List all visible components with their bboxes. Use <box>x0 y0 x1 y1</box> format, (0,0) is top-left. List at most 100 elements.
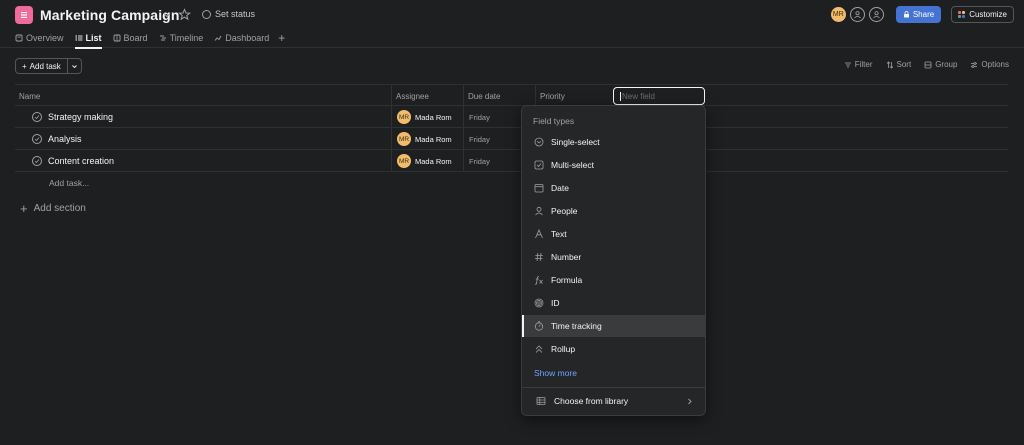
customize-grid-icon <box>958 11 966 18</box>
sort-icon <box>886 60 893 69</box>
tab-timeline[interactable]: Timeline <box>159 30 204 46</box>
view-controls: Filter Sort Group Options <box>844 60 1009 69</box>
column-header-assignee[interactable]: Assignee <box>391 85 463 107</box>
avatar: MR <box>397 154 411 168</box>
assignee-cell[interactable]: MR Mada Rom <box>391 128 463 150</box>
show-more-link[interactable]: Show more <box>534 368 577 378</box>
column-header-priority[interactable]: Priority <box>535 85 611 107</box>
task-name-cell: Content creation <box>32 150 114 172</box>
star-icon[interactable] <box>178 8 191 21</box>
project-list-icon[interactable] <box>15 6 33 24</box>
chevron-down-icon[interactable] <box>161 9 173 21</box>
menu-item-single-select[interactable]: Single-select <box>522 131 705 153</box>
table-icon <box>536 397 546 405</box>
tab-label: Board <box>123 33 148 43</box>
menu-item-number[interactable]: Number <box>522 246 705 268</box>
menu-item-id[interactable]: ID <box>522 292 705 314</box>
task-name[interactable]: Analysis <box>48 134 82 144</box>
check-circle-icon[interactable] <box>32 112 42 122</box>
avatar[interactable]: MR <box>830 7 846 22</box>
tab-overview[interactable]: Overview <box>15 30 64 46</box>
text-icon <box>535 229 543 239</box>
task-name-cell: Strategy making <box>32 106 113 128</box>
plus-icon: + <box>22 61 27 71</box>
header-actions: MR Share Customize <box>830 6 1014 23</box>
add-section-button[interactable]: + Add section <box>20 201 86 216</box>
menu-item-time-tracking[interactable]: Time tracking <box>522 315 705 337</box>
menu-item-text[interactable]: Text <box>522 223 705 245</box>
options-button[interactable]: Options <box>970 60 1009 69</box>
overview-icon <box>15 34 23 42</box>
check-circle-icon[interactable] <box>32 156 42 166</box>
view-tabs: Overview List Board Timeline Dashboard + <box>15 30 285 49</box>
table-row[interactable]: Strategy making MR Mada Rom Friday <box>15 106 1008 128</box>
sort-button[interactable]: Sort <box>886 60 911 69</box>
tab-label: Timeline <box>169 33 204 43</box>
column-header-name[interactable]: Name <box>15 85 391 107</box>
add-task-dropdown-button[interactable] <box>68 59 81 73</box>
add-task-split-button: + Add task <box>15 58 82 74</box>
filter-button[interactable]: Filter <box>844 60 873 69</box>
multi-select-icon <box>534 160 544 170</box>
task-name[interactable]: Content creation <box>48 156 114 166</box>
avatar: MR <box>397 110 411 124</box>
menu-item-label: Multi-select <box>551 160 594 170</box>
tab-board[interactable]: Board <box>113 30 148 46</box>
person-placeholder-icon[interactable] <box>868 7 884 22</box>
add-section-label: Add section <box>33 203 86 214</box>
chevron-right-icon <box>688 398 692 404</box>
plus-icon: + <box>20 201 28 216</box>
tab-label: Overview <box>26 33 64 43</box>
add-tab-plus-icon[interactable]: + <box>278 30 285 46</box>
column-header-due-date[interactable]: Due date <box>463 85 535 107</box>
single-select-icon <box>534 137 544 147</box>
add-task-button[interactable]: + Add task <box>16 59 68 73</box>
new-field-input[interactable]: New field <box>613 87 705 105</box>
list-icon <box>75 35 83 41</box>
set-status-label: Set status <box>215 9 256 19</box>
assignee-name: Mada Rom <box>415 112 452 122</box>
menu-item-multi-select[interactable]: Multi-select <box>522 154 705 176</box>
assignee-cell[interactable]: MR Mada Rom <box>391 106 463 128</box>
customize-button[interactable]: Customize <box>951 6 1014 23</box>
project-header: Marketing Campaign Set status Overview L… <box>0 0 1024 49</box>
menu-item-label: ID <box>551 298 560 308</box>
choose-from-library-item[interactable]: Choose from library <box>522 390 705 412</box>
table-header: Name Assignee Due date Priority New fiel… <box>15 84 1008 107</box>
table-row[interactable]: Content creation MR Mada Rom Friday <box>15 150 1008 172</box>
tab-dashboard[interactable]: Dashboard <box>214 30 269 46</box>
person-icon <box>535 206 543 216</box>
task-name[interactable]: Strategy making <box>48 112 113 122</box>
calendar-icon <box>534 184 544 193</box>
menu-item-date[interactable]: Date <box>522 177 705 199</box>
tab-list[interactable]: List <box>74 30 102 49</box>
task-table: Name Assignee Due date Priority New fiel… <box>15 84 1008 194</box>
person-placeholder-icon[interactable] <box>849 7 865 22</box>
menu-item-label: Single-select <box>551 137 600 147</box>
tab-label: Dashboard <box>225 33 270 43</box>
project-title[interactable]: Marketing Campaign <box>40 7 180 23</box>
assignee-name: Mada Rom <box>415 134 452 144</box>
check-circle-icon[interactable] <box>32 134 42 144</box>
set-status-button[interactable]: Set status <box>202 9 255 19</box>
menu-item-formula[interactable]: Formula <box>522 269 705 291</box>
status-circle-icon <box>202 9 211 19</box>
board-icon <box>113 34 120 42</box>
menu-item-label: People <box>551 206 578 216</box>
menu-item-people[interactable]: People <box>522 200 705 222</box>
menu-item-label: Rollup <box>551 344 576 354</box>
menu-item-rollup[interactable]: Rollup <box>522 338 705 360</box>
customize-label: Customize <box>969 10 1007 19</box>
add-task-inline[interactable]: Add task... <box>15 172 1008 194</box>
table-row[interactable]: Analysis MR Mada Rom Friday <box>15 128 1008 150</box>
formula-icon <box>534 276 543 285</box>
avatar: MR <box>397 132 411 146</box>
group-button[interactable]: Group <box>924 60 957 69</box>
group-icon <box>924 61 932 68</box>
menu-item-label: Date <box>551 183 569 193</box>
tab-label: List <box>85 33 102 43</box>
share-button[interactable]: Share <box>895 6 942 23</box>
group-label: Group <box>935 60 958 69</box>
task-name-cell: Analysis <box>32 128 82 150</box>
assignee-cell[interactable]: MR Mada Rom <box>391 150 463 172</box>
